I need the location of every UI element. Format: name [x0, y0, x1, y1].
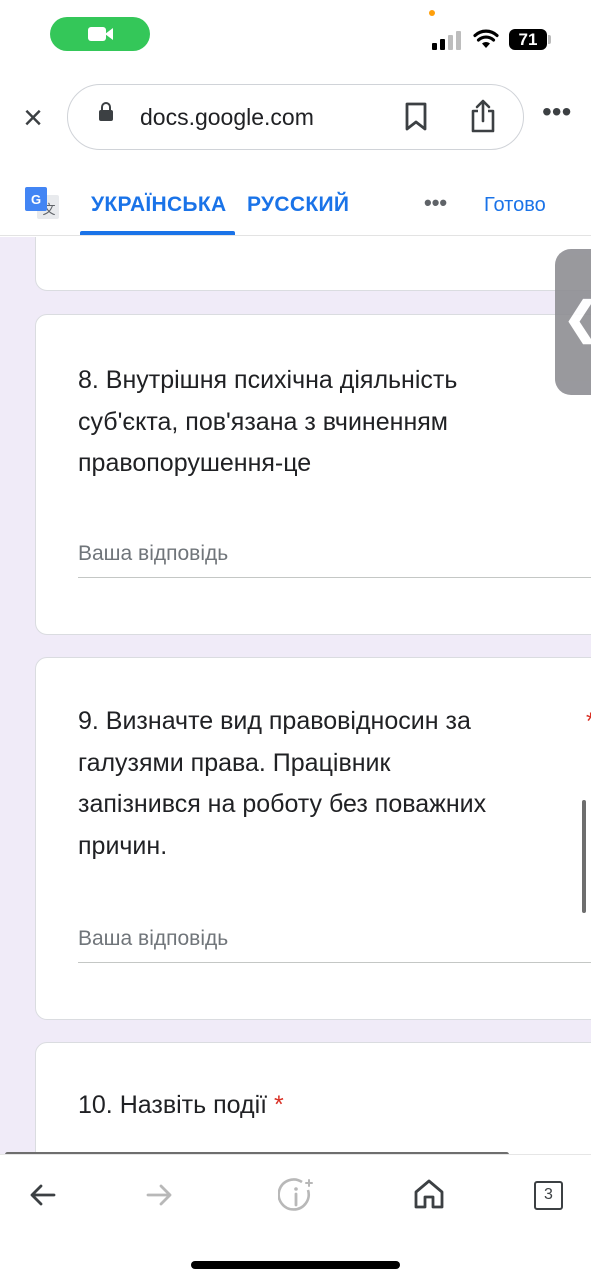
- scrollbar[interactable]: [582, 800, 586, 913]
- close-icon[interactable]: ×: [18, 101, 48, 135]
- home-icon[interactable]: [413, 1178, 445, 1210]
- forward-arrow-icon[interactable]: [146, 1180, 174, 1210]
- browser-toolbar: × docs.google.com •••: [0, 76, 591, 160]
- cellular-signal-icon: [432, 30, 464, 50]
- back-arrow-icon[interactable]: [28, 1180, 56, 1210]
- question-line: 8. Внутрішня психічна діяльність: [78, 366, 458, 394]
- question-title: 9. Визначте вид правовідносин за галузям…: [78, 701, 558, 867]
- wifi-icon: [473, 29, 499, 48]
- status-bar: 71: [0, 0, 591, 76]
- previous-question-card: [35, 237, 591, 291]
- question-card-8: 8. Внутрішня психічна діяльність суб'єкт…: [35, 314, 591, 635]
- home-indicator[interactable]: [191, 1261, 400, 1269]
- translate-bar: 文 G УКРАЇНСЬКА РУССКИЙ ••• Готово: [0, 160, 591, 236]
- page-info-icon[interactable]: [278, 1178, 316, 1214]
- battery-indicator: 71: [509, 29, 547, 50]
- question-card-10: 10. Назвіть події *: [35, 1042, 591, 1154]
- form-page: 8. Внутрішня психічна діяльність суб'єкт…: [0, 237, 591, 1154]
- translate-more-icon[interactable]: •••: [424, 190, 447, 216]
- tabs-icon[interactable]: 3: [534, 1181, 563, 1210]
- question-line: причин.: [78, 831, 168, 860]
- tab-ukrainian[interactable]: УКРАЇНСЬКА: [91, 193, 226, 217]
- question-title: 10. Назвіть події *: [78, 1085, 558, 1127]
- required-asterisk: *: [274, 1091, 284, 1119]
- privacy-indicator-dot: [429, 10, 435, 16]
- question-line: правопорушення-це: [78, 449, 312, 477]
- lock-icon: [99, 102, 113, 121]
- video-camera-icon: [88, 27, 106, 41]
- answer-underline: [78, 577, 591, 578]
- side-panel-handle[interactable]: ❮: [555, 249, 591, 395]
- question-line: галузями права. Працівник: [78, 748, 391, 777]
- question-line: 10. Назвіть події: [78, 1091, 268, 1119]
- answer-input[interactable]: Ваша відповідь: [78, 542, 228, 566]
- url-text: docs.google.com: [140, 104, 314, 130]
- share-icon[interactable]: [469, 98, 497, 134]
- question-line: запізнився на роботу без поважних: [78, 790, 487, 818]
- question-line: 9. Визначте вид правовідносин за: [78, 707, 471, 735]
- more-icon[interactable]: •••: [542, 96, 571, 128]
- question-line: суб'єкта, пов'язана з вчиненням: [78, 407, 448, 436]
- question-title: 8. Внутрішня психічна діяльність суб'єкт…: [78, 360, 558, 485]
- answer-input[interactable]: Ваша відповідь: [78, 927, 228, 951]
- video-camera-lens-icon: [105, 28, 113, 40]
- google-translate-icon: 文 G: [25, 187, 59, 219]
- address-bar[interactable]: docs.google.com: [67, 84, 524, 150]
- answer-underline: [78, 962, 591, 963]
- tab-russian[interactable]: РУССКИЙ: [247, 193, 349, 217]
- facetime-indicator[interactable]: [50, 17, 150, 51]
- chevron-left-icon: ❮: [563, 297, 591, 341]
- svg-text:G: G: [31, 192, 41, 207]
- question-card-9: 9. Визначте вид правовідносин за галузям…: [35, 657, 591, 1020]
- required-asterisk: *: [586, 708, 591, 736]
- battery-tip-icon: [548, 35, 551, 44]
- bottom-toolbar: 3: [0, 1154, 591, 1280]
- bookmark-icon[interactable]: [404, 102, 428, 132]
- active-tab-indicator: [80, 231, 235, 235]
- translate-done-button[interactable]: Готово: [484, 194, 546, 217]
